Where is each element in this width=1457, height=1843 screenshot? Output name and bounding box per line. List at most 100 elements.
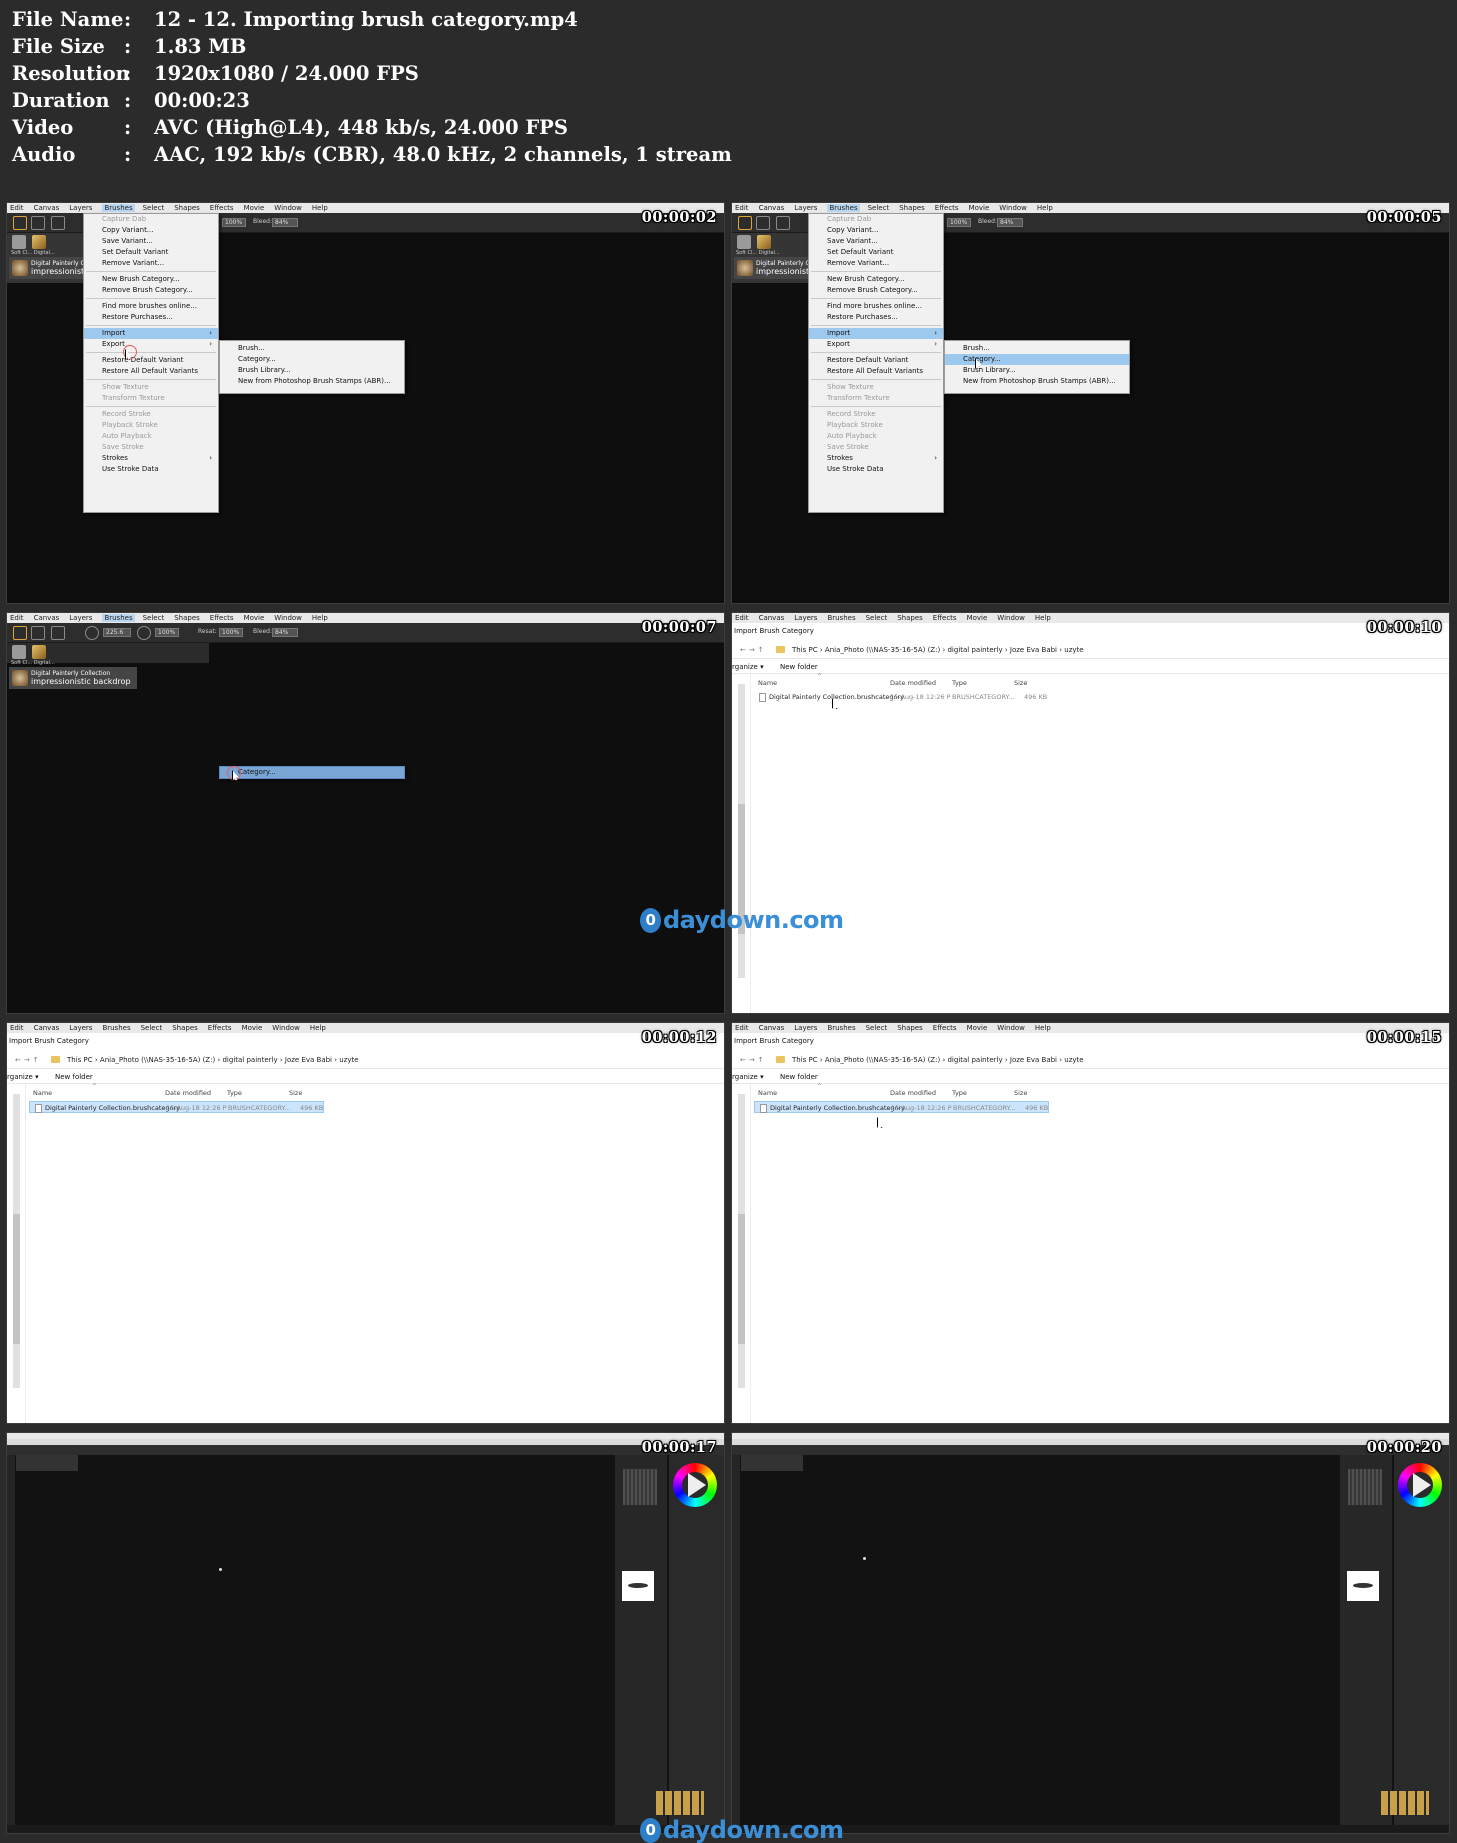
app-menubar[interactable]: Edit Canvas Layers Brushes Select Shapes Effec… — [7, 1023, 724, 1033]
menu-item-strokes[interactable]: Strokes › — [809, 453, 943, 464]
breadcrumb[interactable]: This PC › Ania_Photo (\\NAS-35-16-5A) (Z… — [792, 1056, 1084, 1064]
menu-canvas[interactable]: Canvas — [34, 614, 60, 622]
brush-tool-icon[interactable] — [13, 626, 27, 640]
breadcrumb-item[interactable]: uzyte — [339, 1056, 358, 1064]
menu-window[interactable]: Window — [274, 614, 302, 622]
app-menubar[interactable]: Edit Canvas Layers Brushes Select Shapes Effec… — [7, 613, 724, 623]
menu-help[interactable]: Help — [1037, 204, 1053, 212]
menu-effects[interactable]: Effects — [933, 1024, 957, 1032]
menu-canvas[interactable]: Canvas — [759, 1024, 785, 1032]
scrollbar-thumb[interactable] — [738, 1214, 745, 1344]
menu-item-strokes[interactable]: Strokes › — [84, 453, 218, 464]
app-menubar[interactable]: Edit Canvas Layers Brushes Select Shapes Effec… — [732, 613, 1449, 623]
menu-movie[interactable]: Movie — [967, 1024, 988, 1032]
eraser-icon[interactable] — [776, 216, 790, 230]
menu-select[interactable]: Select — [866, 1024, 888, 1032]
menu-item-save-variant[interactable]: Save Variant... — [84, 236, 218, 247]
organize-button[interactable]: rganize ▾ — [732, 1073, 764, 1081]
column-header[interactable]: Date modified — [890, 1089, 936, 1097]
breadcrumb-item[interactable]: digital painterly — [947, 1056, 1002, 1064]
brush-tool-icon[interactable] — [738, 216, 752, 230]
app-menubar[interactable]: Edit Canvas Layers Brushes Select Shapes Effec… — [732, 203, 1449, 213]
breadcrumb-item[interactable]: Ania_Photo (\\NAS-35-16-5A) (Z:) — [100, 1056, 215, 1064]
submenu-item-category[interactable]: Category... — [220, 354, 404, 365]
brush-selector[interactable]: Soft Cl... Digital... — [7, 643, 209, 666]
nav-arrows-icon[interactable]: ←→↑ — [740, 1056, 767, 1064]
menu-shapes[interactable]: Shapes — [897, 614, 923, 622]
paper-grid-panel[interactable] — [623, 1469, 657, 1505]
menu-item-copy-variant[interactable]: Copy Variant... — [84, 225, 218, 236]
submenu-item-brush[interactable]: Brush... — [220, 343, 404, 354]
menu-help[interactable]: Help — [1035, 614, 1051, 622]
menu-layers[interactable]: Layers — [794, 204, 817, 212]
brush-selector[interactable] — [741, 1455, 803, 1471]
menu-movie[interactable]: Movie — [244, 614, 265, 622]
menu-window[interactable]: Window — [997, 614, 1025, 622]
menu-canvas[interactable]: Canvas — [34, 204, 60, 212]
swatches-panel[interactable] — [1381, 1791, 1429, 1815]
column-header[interactable]: Date modified — [890, 679, 936, 687]
bleed-field[interactable]: 84% — [272, 218, 298, 227]
menu-select[interactable]: Select — [866, 614, 888, 622]
menu-help[interactable]: Help — [312, 204, 328, 212]
menu-movie[interactable]: Movie — [244, 204, 265, 212]
menu-movie[interactable]: Movie — [967, 614, 988, 622]
menu-layers[interactable]: Layers — [794, 614, 817, 622]
lasso-icon[interactable] — [31, 216, 45, 230]
menu-help[interactable]: Help — [1035, 1024, 1051, 1032]
toolbox[interactable] — [732, 1455, 740, 1825]
menu-item-copy-variant[interactable]: Copy Variant... — [809, 225, 943, 236]
breadcrumb-item[interactable]: Ania_Photo (\\NAS-35-16-5A) (Z:) — [825, 646, 940, 654]
brush-category-icon[interactable] — [12, 235, 26, 249]
menu-edit[interactable]: Edit — [10, 614, 24, 622]
menu-shapes[interactable]: Shapes — [172, 1024, 198, 1032]
menu-item-new-brush-category[interactable]: New Brush Category... — [809, 274, 943, 285]
breadcrumb-item[interactable]: This PC — [792, 1056, 818, 1064]
column-header[interactable]: Name — [33, 1089, 52, 1097]
menu-edit[interactable]: Edit — [735, 204, 749, 212]
file-row[interactable]: Digital Painterly Collection.brushcatego… — [754, 691, 1049, 703]
opacity-dab-icon[interactable] — [137, 626, 151, 640]
breadcrumb-item[interactable]: This PC — [67, 1056, 93, 1064]
bleed-field[interactable]: 84% — [997, 218, 1023, 227]
menu-select[interactable]: Select — [143, 614, 165, 622]
submenu-item-new-from-photoshop-brush-stamps-abr[interactable]: New from Photoshop Brush Stamps (ABR)... — [945, 376, 1129, 387]
address-bar[interactable]: ←→↑ This PC › Ania_Photo (\\NAS-35-16-5A)… — [732, 642, 1449, 659]
scrollbar[interactable] — [738, 1094, 745, 1388]
brushes-menu[interactable]: Capture Dab Copy Variant... Save Variant..… — [808, 213, 944, 513]
breadcrumb-item[interactable]: Joze Eva Babi — [1010, 646, 1057, 654]
menu-brushes[interactable]: Brushes — [827, 614, 855, 622]
menu-item-export[interactable]: Export › — [809, 339, 943, 350]
submenu-item-brush-library[interactable]: Brush Library... — [945, 365, 1129, 376]
menu-brushes[interactable]: Brushes — [827, 1024, 855, 1032]
opacity-field[interactable]: 100% — [155, 628, 179, 637]
menu-window[interactable]: Window — [999, 204, 1027, 212]
breadcrumb-item[interactable]: Joze Eva Babi — [285, 1056, 332, 1064]
import-submenu[interactable]: Brush... Category... Brush Library... New f… — [944, 340, 1130, 394]
menu-item-restore-default-variant[interactable]: Restore Default Variant — [84, 355, 218, 366]
menu-item-remove-variant[interactable]: Remove Variant... — [84, 258, 218, 269]
menu-brushes[interactable]: Brushes — [827, 204, 860, 212]
navigation-pane[interactable] — [732, 1084, 751, 1423]
brushes-menu[interactable]: Capture Dab Copy Variant... Save Variant..… — [83, 213, 219, 513]
navigation-pane[interactable] — [7, 1084, 26, 1423]
menu-shapes[interactable]: Shapes — [899, 204, 925, 212]
taskbar[interactable] — [7, 1825, 724, 1833]
menu-layers[interactable]: Layers — [69, 1024, 92, 1032]
menu-item-new-brush-category[interactable]: New Brush Category... — [84, 274, 218, 285]
swatches-panel[interactable] — [656, 1791, 704, 1815]
category-menu-item[interactable]: Category... — [219, 766, 405, 779]
brush-selector[interactable]: Soft Cl... Digital... Digital Painterly … — [7, 233, 129, 283]
import-submenu[interactable]: Brush... Category... Brush Library... New f… — [219, 340, 405, 394]
brush-variant-row[interactable]: Digital Painterly Collection impressionis… — [9, 667, 137, 689]
menu-help[interactable]: Help — [310, 1024, 326, 1032]
column-header[interactable]: Type — [952, 1089, 967, 1097]
column-header[interactable]: Date modified — [165, 1089, 211, 1097]
menu-item-use-stroke-data[interactable]: Use Stroke Data — [809, 464, 943, 475]
file-row[interactable]: Digital Painterly Collection.brushcatego… — [754, 1101, 1049, 1113]
menu-item-set-default-variant[interactable]: Set Default Variant — [84, 247, 218, 258]
breadcrumb[interactable]: This PC › Ania_Photo (\\NAS-35-16-5A) (Z… — [792, 646, 1084, 654]
submenu-item-new-from-photoshop-brush-stamps-abr[interactable]: New from Photoshop Brush Stamps (ABR)... — [220, 376, 404, 387]
navigation-pane[interactable] — [732, 674, 751, 1013]
eraser-icon[interactable] — [51, 626, 65, 640]
